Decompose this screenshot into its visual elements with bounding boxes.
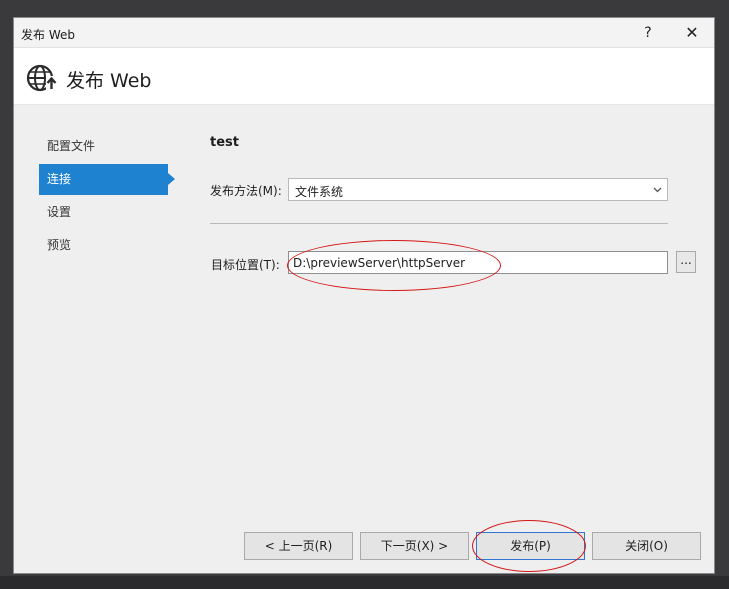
- header-banner: 发布 Web: [14, 48, 714, 105]
- next-button[interactable]: 下一页(X) >: [360, 532, 469, 560]
- window-close-button[interactable]: ✕: [670, 18, 714, 48]
- publish-button[interactable]: 发布(P): [476, 532, 585, 560]
- wizard-nav: 配置文件 连接 设置 预览: [39, 131, 179, 263]
- publish-method-label: 发布方法(M):: [210, 184, 282, 198]
- help-button[interactable]: ?: [626, 18, 670, 48]
- target-location-label: 目标位置(T):: [211, 258, 280, 272]
- publish-web-dialog: 发布 Web ? ✕ 发布 Web 配置文件 连接 设置 预览 test 发布方…: [13, 17, 715, 574]
- background-strip: [0, 576, 729, 589]
- banner-title: 发布 Web: [66, 70, 152, 92]
- close-button[interactable]: 关闭(O): [592, 532, 701, 560]
- window-title: 发布 Web: [21, 28, 75, 42]
- publish-method-select[interactable]: 文件系统: [288, 178, 668, 201]
- globe-publish-icon: [26, 64, 57, 92]
- target-location-input[interactable]: [288, 251, 668, 274]
- browse-button[interactable]: ...: [676, 251, 696, 273]
- publish-method-value: 文件系统: [295, 185, 344, 199]
- nav-item-connection[interactable]: 连接: [39, 164, 175, 195]
- nav-item-settings[interactable]: 设置: [39, 197, 160, 228]
- profile-name: test: [210, 135, 239, 150]
- nav-item-profile[interactable]: 配置文件: [39, 131, 160, 162]
- previous-button[interactable]: < 上一页(R): [244, 532, 353, 560]
- nav-item-preview[interactable]: 预览: [39, 230, 160, 261]
- chevron-down-icon: [653, 187, 662, 193]
- title-bar: 发布 Web ? ✕: [14, 18, 714, 48]
- section-divider: [210, 223, 668, 224]
